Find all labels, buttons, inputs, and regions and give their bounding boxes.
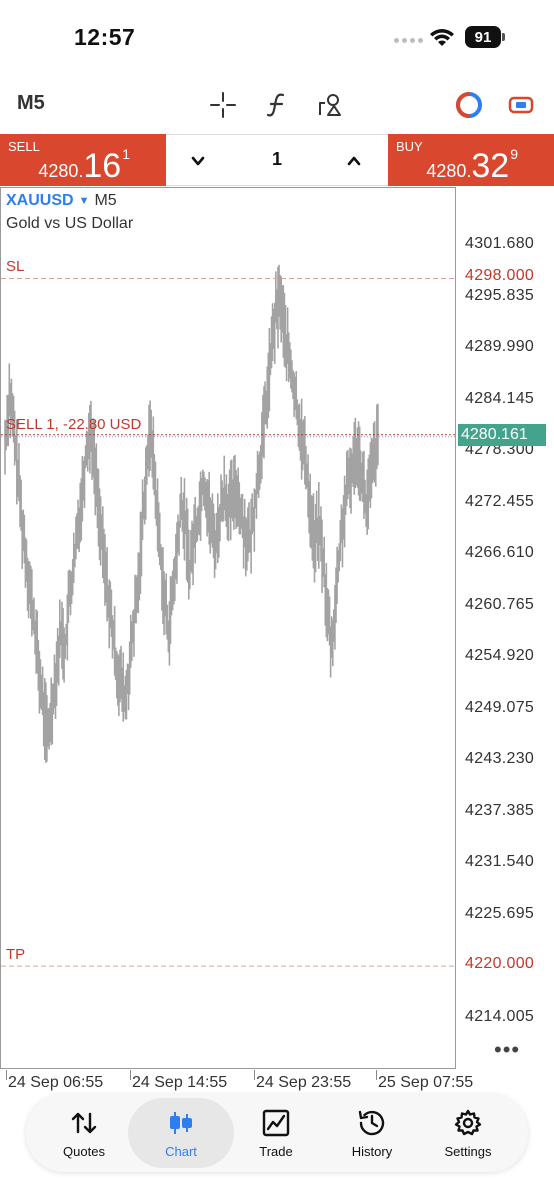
sell-price-big: 16 — [83, 147, 122, 185]
symbol-header[interactable]: XAUUSD ▼ M5 — [6, 192, 117, 210]
volume-control: 1 — [166, 134, 388, 186]
more-icon[interactable]: ••• — [494, 1037, 520, 1063]
time-axis-tick — [130, 1070, 131, 1080]
objects-icon[interactable] — [316, 90, 346, 120]
symbol-description: Gold vs US Dollar — [6, 215, 134, 232]
symbol-timeframe: M5 — [94, 192, 117, 209]
status-time: 12:57 — [74, 24, 136, 50]
nav-label: Trade — [259, 1143, 293, 1159]
history-clock-icon — [357, 1108, 387, 1138]
one-click-trade-bar: SELL 4280. 16 1 1 BUY 4280. 32 9 — [0, 134, 554, 186]
price-axis-label: 4231.540 — [465, 853, 535, 871]
time-axis-tick — [254, 1070, 255, 1080]
sell-price-sup: 1 — [122, 146, 130, 162]
battery-indicator: 91 — [465, 26, 501, 48]
price-chart[interactable]: XAUUSD ▼ M5 Gold vs US Dollar SL TP SELL 1… — [0, 187, 554, 1092]
time-axis-tick — [6, 1070, 7, 1080]
tp-price-label: 4220.000 — [465, 955, 535, 973]
candlestick-icon — [166, 1108, 196, 1138]
triangle-down-icon: ▼ — [78, 195, 90, 207]
sl-price-label: 4298.000 — [465, 267, 535, 285]
chart-canvas — [1, 264, 455, 967]
time-axis-label: 24 Sep 14:55 — [132, 1074, 228, 1091]
price-axis-label: 4214.005 — [465, 1008, 535, 1025]
position-label[interactable]: SELL 1, -22.80 USD — [6, 416, 141, 433]
nav-quotes[interactable]: Quotes — [36, 1094, 132, 1172]
price-axis-label: 4260.765 — [465, 595, 535, 613]
price-axis-label: 4284.145 — [465, 389, 535, 407]
timeframe-selector[interactable]: M5 — [17, 92, 45, 115]
sort-arrows-icon — [69, 1108, 99, 1138]
price-axis-label: 4301.680 — [465, 235, 535, 252]
price-axis-label: 4225.695 — [465, 904, 535, 922]
nav-history[interactable]: History — [324, 1094, 420, 1172]
current-price-tag: 4280.161 — [458, 423, 546, 446]
price-axis-label: 4295.835 — [465, 286, 535, 304]
symbol-name: XAUUSD — [6, 192, 74, 209]
chart-plot-area[interactable]: XAUUSD ▼ M5 Gold vs US Dollar — [0, 187, 456, 1069]
price-axis-label: 4266.610 — [465, 544, 535, 562]
buy-button[interactable]: BUY 4280. 32 9 — [388, 134, 554, 186]
nav-chart[interactable]: Chart — [128, 1098, 234, 1168]
indicators-icon[interactable] — [262, 90, 292, 120]
price-axis-label: 4243.230 — [465, 750, 535, 768]
sell-price-main: 4280. — [38, 161, 84, 181]
time-axis: 24 Sep 06:55 24 Sep 14:55 24 Sep 23:55 25 S… — [0, 1070, 554, 1096]
nav-label: Quotes — [63, 1143, 105, 1159]
price-axis-label: 4237.385 — [465, 801, 535, 819]
status-bar: 12:57 91 — [0, 0, 554, 76]
time-axis-tick — [376, 1070, 377, 1080]
sell-button[interactable]: SELL 4280. 16 1 — [0, 134, 166, 186]
nav-label: Settings — [444, 1143, 492, 1159]
battery-level: 91 — [474, 28, 492, 46]
nav-settings[interactable]: Settings — [420, 1094, 516, 1172]
price-axis-label: 4272.455 — [465, 492, 535, 510]
gear-icon — [453, 1108, 483, 1138]
one-click-trading-icon[interactable] — [454, 90, 484, 120]
buy-price-sup: 9 — [510, 146, 518, 162]
nav-label: History — [351, 1143, 393, 1159]
trend-chart-icon — [261, 1108, 291, 1138]
nav-trade[interactable]: Trade — [228, 1094, 324, 1172]
buy-label: BUY — [396, 139, 423, 154]
price-axis-label: 4289.990 — [465, 338, 535, 356]
bottom-navigation: Quotes Chart Trade History Settings — [26, 1094, 528, 1172]
price-axis-label: 4249.075 — [465, 698, 535, 716]
sell-label: SELL — [8, 139, 40, 154]
time-axis-label: 24 Sep 06:55 — [8, 1074, 104, 1091]
buy-price-big: 32 — [471, 147, 510, 185]
chevron-up-icon — [347, 156, 361, 166]
cellular-signal-icon — [394, 38, 423, 43]
crosshair-icon[interactable] — [208, 90, 238, 120]
stop-loss-label[interactable]: SL — [6, 258, 24, 275]
nav-label: Chart — [165, 1143, 197, 1159]
time-axis-label: 24 Sep 23:55 — [256, 1074, 352, 1091]
price-axis-label: 4254.920 — [465, 647, 535, 665]
increase-volume-button[interactable] — [342, 149, 366, 173]
sell-price: 4280. 16 1 — [38, 146, 130, 185]
buy-price: 4280. 32 9 — [426, 146, 518, 185]
battery-cap — [502, 33, 505, 41]
trade-panel-icon[interactable] — [506, 90, 536, 120]
wifi-icon — [430, 29, 454, 46]
buy-price-main: 4280. — [426, 161, 472, 181]
take-profit-label[interactable]: TP — [6, 946, 25, 963]
chart-toolbar: M5 — [0, 80, 554, 130]
time-axis-label: 25 Sep 07:55 — [378, 1074, 474, 1091]
